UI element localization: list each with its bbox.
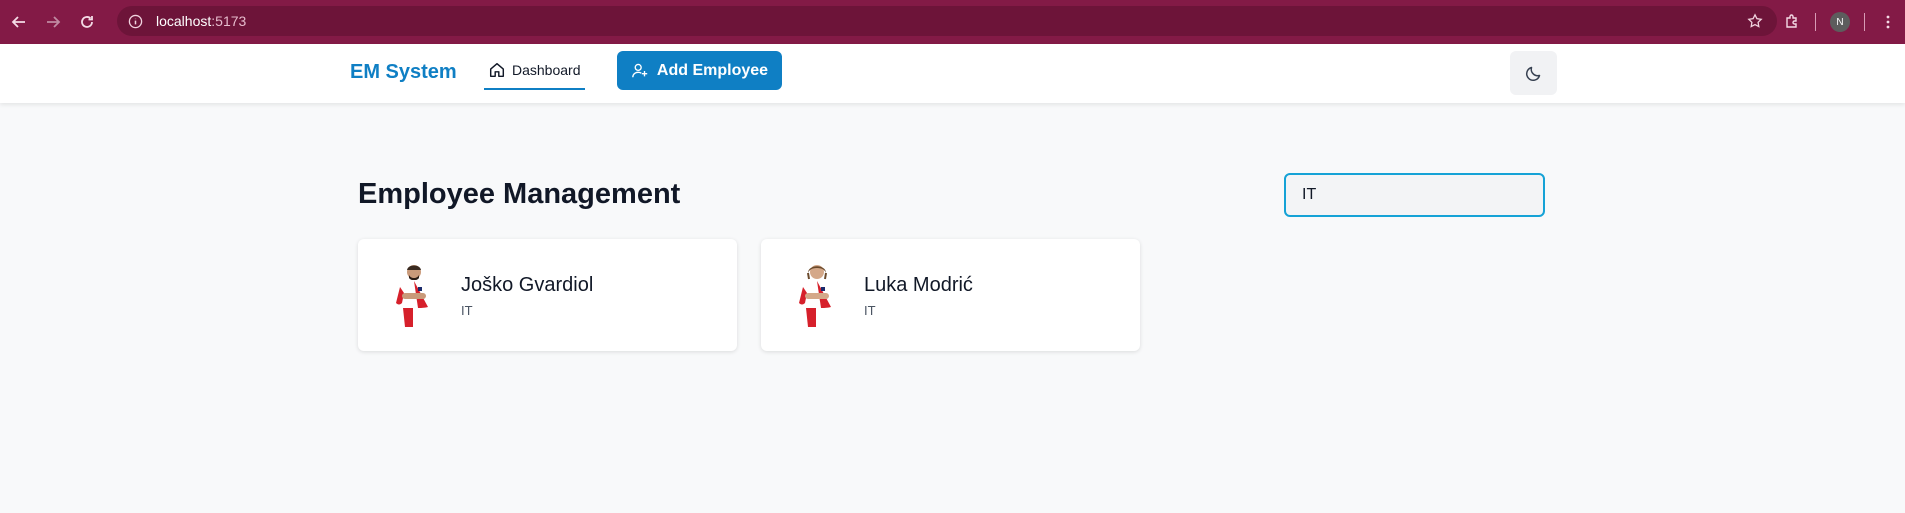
brand-logo[interactable]: EM System: [350, 61, 457, 84]
site-info-icon[interactable]: [127, 13, 143, 29]
url-text: localhost:5173: [156, 13, 247, 29]
employee-card[interactable]: Luka Modrić IT: [761, 239, 1140, 351]
user-plus-icon: [631, 62, 649, 80]
employee-photo: [799, 265, 835, 327]
search-input[interactable]: [1284, 173, 1545, 217]
employee-card[interactable]: Joško Gvardiol IT: [358, 239, 737, 351]
employee-department: IT: [864, 303, 876, 318]
browser-toolbar: localhost:5173 N: [0, 0, 1905, 44]
moon-icon: [1524, 63, 1544, 83]
toolbar-divider: [1864, 13, 1865, 31]
theme-toggle-button[interactable]: [1510, 51, 1557, 95]
kebab-menu-icon[interactable]: [1871, 5, 1905, 39]
employee-photo: [396, 265, 432, 327]
bookmark-star-icon[interactable]: [1747, 13, 1763, 34]
forward-icon[interactable]: [36, 5, 70, 39]
profile-avatar[interactable]: N: [1830, 12, 1850, 32]
address-bar[interactable]: localhost:5173: [117, 6, 1777, 36]
employee-name: Joško Gvardiol: [461, 274, 594, 296]
employee-department: IT: [461, 303, 473, 318]
add-employee-button[interactable]: Add Employee: [617, 51, 782, 90]
add-employee-label: Add Employee: [656, 61, 769, 79]
app-header: EM System Dashboard Add Employee: [0, 44, 1905, 103]
employee-name: Luka Modrić: [864, 274, 973, 296]
back-icon[interactable]: [2, 5, 36, 39]
nav-dashboard[interactable]: Dashboard: [484, 58, 585, 90]
reload-icon[interactable]: [70, 5, 104, 39]
page-title: Employee Management: [358, 178, 681, 210]
home-icon: [488, 61, 506, 79]
nav-dashboard-label: Dashboard: [512, 62, 581, 78]
toolbar-divider: [1815, 13, 1816, 31]
extensions-icon[interactable]: [1775, 5, 1809, 39]
